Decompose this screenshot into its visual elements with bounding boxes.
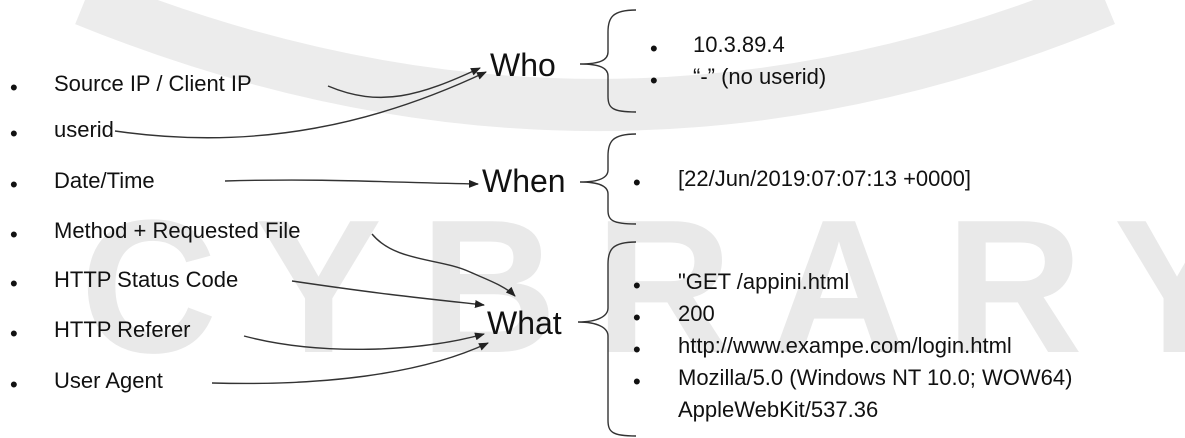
field-http-status-code: HTTP Status Code	[54, 267, 239, 292]
category-what: What	[487, 305, 562, 341]
log-fields-diagram: CYBRARY • Source IP / Client IP • userid…	[0, 0, 1185, 438]
field-bullet: •	[10, 75, 18, 100]
category-who: Who	[490, 47, 556, 83]
who-value-userid: “-” (no userid)	[693, 64, 827, 89]
arrow-datetime-to-when	[224, 179, 479, 188]
value-bullet: •	[633, 337, 641, 362]
field-userid: userid	[54, 117, 114, 142]
arrow-status-to-what	[291, 280, 485, 308]
field-http-referer: HTTP Referer	[54, 317, 191, 342]
brace-when	[579, 133, 637, 225]
field-bullet: •	[10, 121, 18, 146]
field-bullet: •	[10, 372, 18, 397]
when-value-timestamp: [22/Jun/2019:07:07:13 +0000]	[678, 166, 971, 191]
what-value-user-agent-cont: AppleWebKit/537.36	[678, 397, 879, 422]
value-bullet: •	[633, 170, 641, 195]
brace-what	[577, 241, 637, 437]
field-bullet: •	[10, 222, 18, 247]
who-value-ip: 10.3.89.4	[693, 32, 785, 57]
field-user-agent: User Agent	[54, 368, 163, 393]
what-value-referer: http://www.exampe.com/login.html	[678, 333, 1012, 358]
field-method-requested-file: Method + Requested File	[54, 218, 301, 243]
field-bullet: •	[10, 321, 18, 346]
field-datetime: Date/Time	[54, 168, 155, 193]
arrow-source-ip-to-who	[327, 67, 481, 99]
value-bullet: •	[633, 369, 641, 394]
value-bullet: •	[633, 273, 641, 298]
arrow-method-to-what	[371, 233, 516, 297]
field-source-ip: Source IP / Client IP	[54, 71, 252, 96]
what-value-request: "GET /appini.html	[678, 269, 850, 294]
what-value-user-agent: Mozilla/5.0 (Windows NT 10.0; WOW64)	[678, 365, 1073, 390]
value-bullet: •	[650, 68, 658, 93]
arrow-referer-to-what	[243, 332, 485, 351]
brace-who	[579, 9, 637, 113]
field-bullet: •	[10, 271, 18, 296]
field-bullet: •	[10, 172, 18, 197]
what-value-status: 200	[678, 301, 715, 326]
category-when: When	[482, 163, 566, 199]
value-bullet: •	[650, 36, 658, 61]
value-bullet: •	[633, 305, 641, 330]
